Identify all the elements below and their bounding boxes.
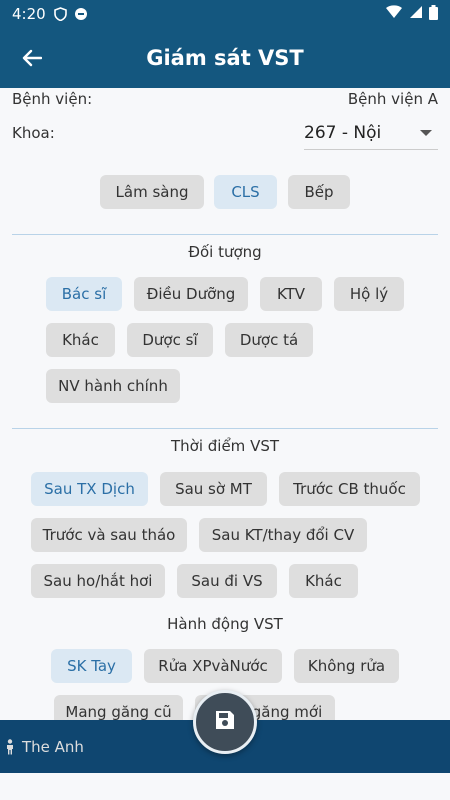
chip-doi-tuong[interactable]: NV hành chính bbox=[46, 369, 180, 403]
chip-doi-tuong[interactable]: Bác sĩ bbox=[46, 277, 122, 311]
save-button[interactable] bbox=[193, 690, 257, 754]
khoa-label: Khoa: bbox=[12, 124, 55, 142]
chip-doi-tuong[interactable]: Dược tá bbox=[225, 323, 313, 357]
status-bar: 4:20 bbox=[0, 0, 450, 28]
chip-hanh-dong[interactable]: Mang găng cũ bbox=[54, 695, 183, 720]
divider bbox=[12, 234, 438, 235]
chip-thoi-diem[interactable]: Sau sờ MT bbox=[160, 472, 267, 506]
section-title-hanh-dong: Hành động VST bbox=[167, 615, 283, 633]
khoa-select[interactable]: 267 - Nội bbox=[304, 116, 438, 150]
page-title: Giám sát VST bbox=[146, 46, 304, 70]
chip-doi-tuong[interactable]: Dược sĩ bbox=[127, 323, 213, 357]
chip-doi-tuong[interactable]: KTV bbox=[260, 277, 322, 311]
khoa-value: 267 - Nội bbox=[304, 122, 382, 143]
chip-thoi-diem[interactable]: Sau KT/thay đổi CV bbox=[199, 518, 367, 552]
main-content: Bệnh viện: Bệnh viện A Khoa: 267 - Nội L… bbox=[0, 88, 450, 720]
chip-thoi-diem[interactable]: Sau TX Dịch bbox=[31, 472, 148, 506]
chip-hanh-dong[interactable]: Rửa XPvàNước bbox=[144, 649, 282, 683]
chip-thoi-diem[interactable]: Trước và sau tháo bbox=[31, 518, 187, 552]
arrow-left-icon[interactable] bbox=[18, 44, 46, 72]
hospital-value: Bệnh viện A bbox=[347, 90, 438, 108]
shield-icon bbox=[54, 7, 68, 21]
save-icon bbox=[214, 709, 236, 735]
chip-thoi-diem[interactable]: Khác bbox=[289, 564, 358, 598]
chip-hanh-dong[interactable]: Không rửa bbox=[294, 649, 399, 683]
face-icon bbox=[74, 7, 88, 21]
chip-thoi-diem[interactable]: Sau đi VS bbox=[177, 564, 277, 598]
system-nav-area bbox=[0, 773, 450, 800]
app-bar: Giám sát VST bbox=[0, 28, 450, 88]
chip-thoi-diem[interactable]: Trước CB thuốc bbox=[279, 472, 420, 506]
chip-doi-tuong[interactable]: Điều Dưỡng bbox=[134, 277, 248, 311]
dropdown-caret-icon bbox=[420, 130, 432, 136]
status-time: 4:20 bbox=[12, 5, 46, 23]
hospital-row: Bệnh viện: Bệnh viện A bbox=[12, 90, 438, 110]
wifi-icon bbox=[385, 5, 403, 23]
signal-icon bbox=[409, 5, 423, 23]
battery-icon bbox=[429, 4, 438, 24]
chip-hanh-dong[interactable]: SK Tay bbox=[51, 649, 132, 683]
chip-category[interactable]: CLS bbox=[214, 175, 277, 209]
section-title-doi-tuong: Đối tượng bbox=[188, 243, 262, 261]
chip-doi-tuong[interactable]: Hộ lý bbox=[334, 277, 404, 311]
chip-doi-tuong[interactable]: Khác bbox=[46, 323, 115, 357]
chip-category[interactable]: Lâm sàng bbox=[100, 175, 204, 209]
chip-category[interactable]: Bếp bbox=[288, 175, 350, 209]
hospital-label: Bệnh viện: bbox=[12, 90, 93, 108]
chip-thoi-diem[interactable]: Sau ho/hắt hơi bbox=[31, 564, 165, 598]
khoa-row: Khoa: 267 - Nội bbox=[12, 116, 438, 150]
divider bbox=[12, 428, 438, 429]
user-name: The Anh bbox=[22, 737, 84, 756]
section-title-thoi-diem: Thời điểm VST bbox=[170, 437, 280, 455]
person-icon bbox=[6, 738, 16, 755]
